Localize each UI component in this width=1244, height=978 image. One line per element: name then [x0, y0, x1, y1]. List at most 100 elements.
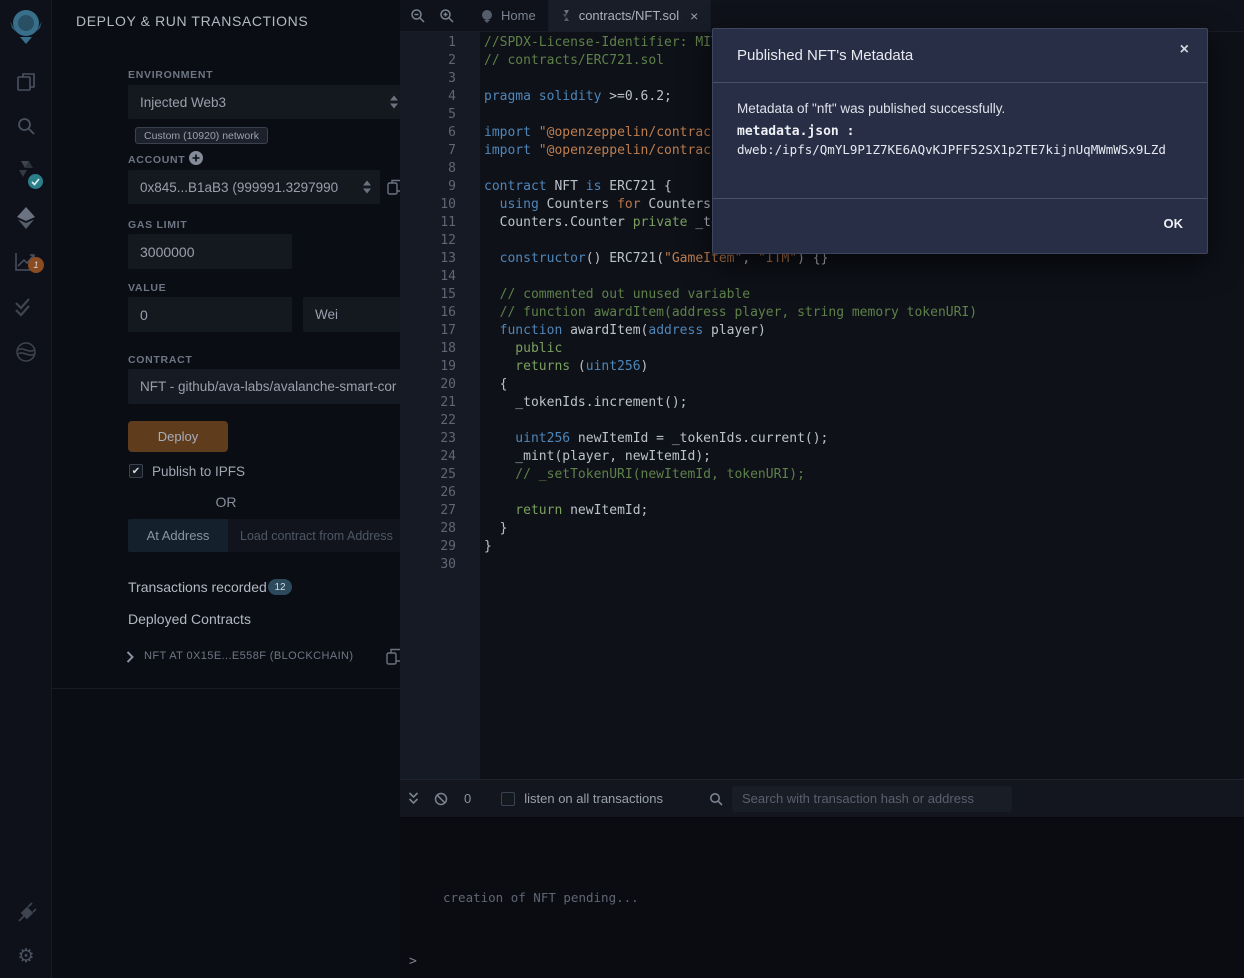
transactions-recorded-row[interactable]: Transactions recorded 12 — [128, 579, 428, 597]
close-tab-icon[interactable]: × — [690, 8, 698, 24]
code-line-text: } — [456, 520, 507, 538]
line-number: 29 — [400, 538, 456, 556]
account-select[interactable]: 0x845...B1aB3 (999991.3297990 — [128, 170, 380, 204]
contract-select[interactable]: NFT - github/ava-labs/avalanche-smart-co… — [128, 369, 426, 404]
line-number: 3 — [400, 70, 456, 88]
debugger-icon[interactable] — [0, 330, 52, 374]
code-line-text: _tokenIds.increment(); — [456, 394, 688, 412]
static-analysis-icon[interactable]: 1 — [0, 240, 52, 284]
terminal-search-input[interactable] — [732, 786, 1012, 812]
code-line-text: // commented out unused variable — [456, 286, 750, 304]
code-line[interactable]: 24 _mint(player, newItemId); — [400, 448, 1244, 466]
code-line-text: { — [456, 376, 507, 394]
gas-limit-input[interactable]: 3000000 — [128, 234, 292, 269]
modal-message: Metadata of "nft" was published successf… — [737, 101, 1183, 116]
line-number: 20 — [400, 376, 456, 394]
code-line[interactable]: 14 — [400, 268, 1244, 286]
network-badge: Custom (10920) network — [135, 127, 268, 144]
publish-ipfs-checkbox[interactable]: ✔ — [129, 464, 143, 478]
code-line[interactable]: 30 — [400, 556, 1244, 574]
code-line[interactable]: 16 // function awardItem(address player,… — [400, 304, 1244, 322]
file-explorer-icon[interactable] — [0, 60, 52, 104]
line-number: 21 — [400, 394, 456, 412]
code-line-text: using Counters for Counters.Co — [456, 196, 734, 214]
code-line[interactable]: 25 // _setTokenURI(newItemId, tokenURI); — [400, 466, 1244, 484]
compiler-success-badge-icon — [28, 174, 43, 189]
tab-home[interactable]: Home — [468, 0, 549, 32]
chevron-right-icon[interactable] — [126, 651, 134, 663]
zoom-in-icon[interactable] — [439, 8, 454, 23]
code-line[interactable]: 26 — [400, 484, 1244, 502]
solidity-compiler-icon[interactable] — [0, 150, 52, 194]
tab-contracts-nft-sol[interactable]: contracts/NFT.sol × — [549, 0, 712, 32]
modal-title: Published NFT's Metadata — [737, 47, 913, 64]
code-line-text: function awardItem(address player) — [456, 322, 766, 340]
line-number: 26 — [400, 484, 456, 502]
line-number: 13 — [400, 250, 456, 268]
deployed-instance-label[interactable]: NFT AT 0X15E...E558F (BLOCKCHAIN) — [144, 650, 353, 662]
line-number: 19 — [400, 358, 456, 376]
code-line[interactable]: 19 returns (uint256) — [400, 358, 1244, 376]
code-line[interactable]: 28 } — [400, 520, 1244, 538]
line-number: 7 — [400, 142, 456, 160]
code-line[interactable]: 15 // commented out unused variable — [400, 286, 1244, 304]
code-line-text: Counters.Counter private _toke — [456, 214, 734, 232]
terminal-output[interactable]: creation of NFT pending... > — [400, 818, 1244, 978]
expand-terminal-icon[interactable] — [408, 792, 419, 805]
pending-tx-count: 0 — [464, 791, 471, 806]
value-input[interactable]: 0 — [128, 297, 292, 332]
line-number: 12 — [400, 232, 456, 250]
modal-close-icon[interactable]: × — [1180, 41, 1189, 59]
plugin-manager-icon[interactable] — [0, 890, 52, 934]
analysis-count-badge: 1 — [28, 257, 44, 273]
solidity-file-icon — [561, 9, 572, 23]
code-line-text: import "@openzeppelin/contracts/ — [456, 142, 734, 160]
unit-testing-icon[interactable] — [0, 286, 52, 330]
line-number: 17 — [400, 322, 456, 340]
code-line[interactable]: 29} — [400, 538, 1244, 556]
add-account-icon[interactable] — [189, 151, 203, 165]
modal-body: Metadata of "nft" was published successf… — [713, 83, 1207, 199]
at-address-input[interactable] — [228, 519, 426, 552]
settings-gear-icon[interactable]: ⚙ — [0, 934, 52, 978]
panel-title: DEPLOY & RUN TRANSACTIONS — [76, 13, 308, 29]
code-line-text: _mint(player, newItemId); — [456, 448, 711, 466]
environment-select[interactable]: Injected Web3 — [128, 85, 407, 119]
listen-transactions-checkbox[interactable] — [501, 792, 515, 806]
line-number: 28 — [400, 520, 456, 538]
at-address-button[interactable]: At Address — [128, 519, 228, 552]
line-number: 11 — [400, 214, 456, 232]
code-line-text: // _setTokenURI(newItemId, tokenURI); — [456, 466, 805, 484]
deploy-button[interactable]: Deploy — [128, 421, 228, 452]
code-line-text — [456, 106, 484, 124]
code-line[interactable]: 21 _tokenIds.increment(); — [400, 394, 1244, 412]
code-line[interactable]: 23 uint256 newItemId = _tokenIds.current… — [400, 430, 1244, 448]
modal-footer: OK — [713, 199, 1207, 253]
code-line-text — [456, 160, 484, 178]
search-icon[interactable] — [0, 104, 52, 148]
code-line[interactable]: 22 — [400, 412, 1244, 430]
deployed-contracts-label: Deployed Contracts — [128, 611, 251, 627]
line-number: 24 — [400, 448, 456, 466]
vertical-icon-bar: 1 ⚙ — [0, 0, 52, 978]
chevron-updown-icon — [363, 181, 371, 194]
deploy-and-run-icon[interactable] — [0, 196, 52, 240]
line-number: 22 — [400, 412, 456, 430]
modal-ok-button[interactable]: OK — [1164, 216, 1184, 231]
code-line-text — [456, 268, 484, 286]
code-line-text: public — [456, 340, 562, 358]
code-line[interactable]: 18 public — [400, 340, 1244, 358]
line-number: 10 — [400, 196, 456, 214]
clear-console-icon[interactable] — [434, 792, 448, 806]
line-number: 4 — [400, 88, 456, 106]
remix-logo-icon[interactable] — [0, 6, 52, 46]
code-line[interactable]: 20 { — [400, 376, 1244, 394]
modal-file-label: metadata.json : — [737, 124, 1183, 139]
terminal-log-line: creation of NFT pending... — [443, 890, 639, 905]
code-line-text: returns (uint256) — [456, 358, 648, 376]
zoom-out-icon[interactable] — [410, 8, 425, 23]
code-line[interactable]: 17 function awardItem(address player) — [400, 322, 1244, 340]
code-line-text — [456, 484, 484, 502]
code-line[interactable]: 27 return newItemId; — [400, 502, 1244, 520]
modal-ipfs-url: dweb:/ipfs/QmYL9P1Z7KE6AQvKJPFF52SX1p2TE… — [737, 142, 1183, 157]
